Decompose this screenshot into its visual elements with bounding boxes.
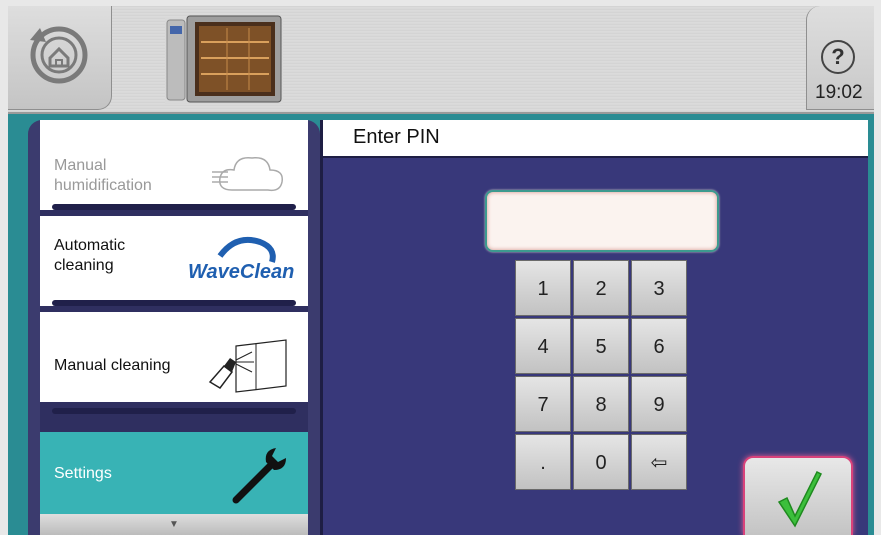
scroll-down-button[interactable]: ▼ xyxy=(40,514,308,535)
key-0[interactable]: 0 xyxy=(573,434,629,490)
key-9[interactable]: 9 xyxy=(631,376,687,432)
pin-dialog: Enter PIN 1 2 3 4 5 6 7 8 9 . 0 ⇦ xyxy=(320,120,868,535)
checkmark-icon xyxy=(777,470,823,528)
clock: 19:02 xyxy=(815,82,863,103)
app-frame: ? 19:02 Manual humidification Automatic … xyxy=(0,0,881,535)
svg-text:WaveClean: WaveClean xyxy=(188,261,294,283)
menu-divider xyxy=(52,300,296,306)
dialog-title: Enter PIN xyxy=(353,126,440,148)
pin-input[interactable] xyxy=(485,190,719,252)
waveclean-logo: WaveClean xyxy=(188,236,294,283)
key-1[interactable]: 1 xyxy=(515,260,571,316)
menu-item-settings[interactable]: Settings xyxy=(40,432,308,514)
menu-panel: Manual humidification Automatic cleaning… xyxy=(28,120,320,535)
manual-spray-icon xyxy=(208,339,287,393)
help-button[interactable]: ? 19:02 xyxy=(806,6,874,110)
help-icon: ? xyxy=(821,40,855,74)
top-bar xyxy=(8,6,874,114)
cloud-steam-icon xyxy=(212,157,283,192)
key-3[interactable]: 3 xyxy=(631,260,687,316)
key-decimal[interactable]: . xyxy=(515,434,571,490)
menu-item-manual-humidification[interactable]: Manual humidification xyxy=(40,120,308,210)
confirm-button[interactable] xyxy=(743,456,853,535)
key-4[interactable]: 4 xyxy=(515,318,571,374)
backspace-key[interactable]: ⇦ xyxy=(631,434,687,490)
key-6[interactable]: 6 xyxy=(631,318,687,374)
right-edge xyxy=(868,120,874,535)
menu-item-automatic-cleaning[interactable]: Automatic cleaning WaveClean xyxy=(40,216,308,306)
home-back-button[interactable] xyxy=(8,6,112,110)
key-5[interactable]: 5 xyxy=(573,318,629,374)
menu-list: Manual humidification Automatic cleaning… xyxy=(40,120,308,535)
menu-item-manual-cleaning[interactable]: Manual cleaning xyxy=(40,312,308,414)
menu-item-label: Automatic cleaning xyxy=(54,237,126,274)
menu-divider xyxy=(52,204,296,210)
menu-item-label: Manual cleaning xyxy=(54,357,171,374)
key-7[interactable]: 7 xyxy=(515,376,571,432)
dialog-title-bar: Enter PIN xyxy=(323,120,868,158)
wrench-icon xyxy=(232,448,286,504)
combi-oven-icon xyxy=(165,15,283,104)
key-8[interactable]: 8 xyxy=(573,376,629,432)
menu-divider xyxy=(52,408,296,414)
menu-item-label: Settings xyxy=(54,465,112,482)
menu-item-label: Manual humidification xyxy=(54,157,152,194)
key-2[interactable]: 2 xyxy=(573,260,629,316)
main-area: Manual humidification Automatic cleaning… xyxy=(8,114,874,535)
home-back-icon xyxy=(30,26,88,84)
